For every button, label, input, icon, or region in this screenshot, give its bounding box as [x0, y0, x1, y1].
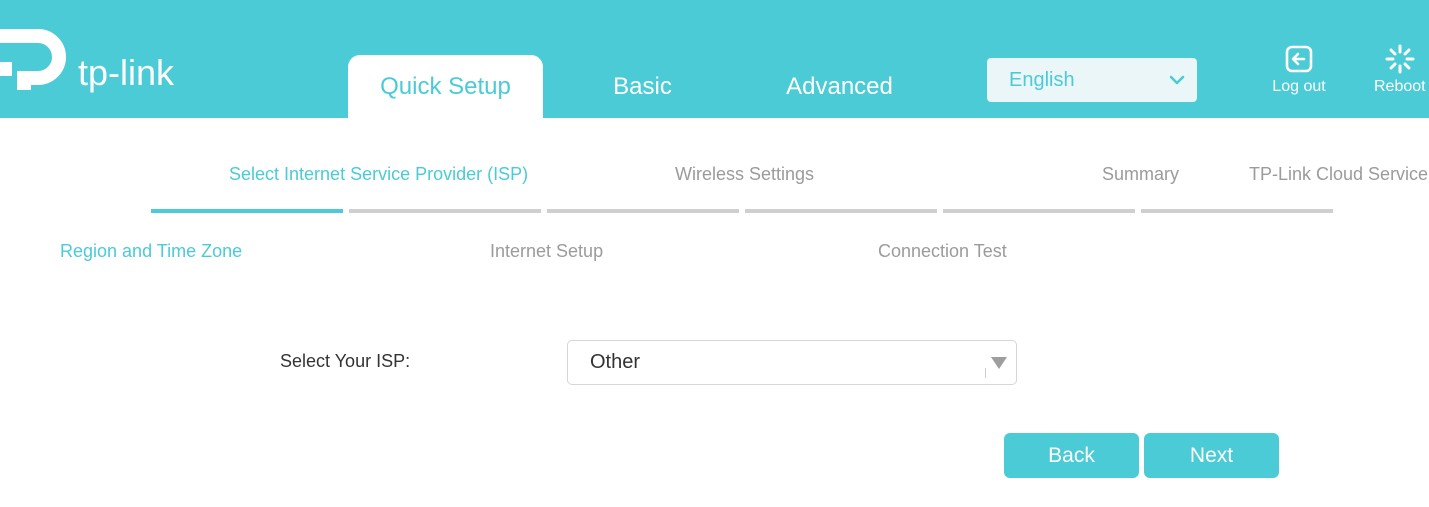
next-button[interactable]: Next	[1144, 433, 1279, 478]
chevron-down-icon	[1169, 75, 1185, 85]
step-select-isp: Select Internet Service Provider (ISP)	[229, 164, 529, 184]
tp-link-logo-icon	[0, 29, 66, 90]
logo-text: tp-link	[78, 52, 175, 93]
substep-region-time-zone: Region and Time Zone	[60, 241, 243, 261]
logout-button[interactable]: Log out	[1259, 44, 1339, 96]
progress-segment-1	[151, 209, 343, 213]
tab-advanced[interactable]: Advanced	[742, 55, 937, 118]
logout-label: Log out	[1272, 78, 1326, 95]
top-header: tp-link Quick Setup Basic Advanced Engli…	[0, 0, 1429, 118]
tab-quick-setup[interactable]: Quick Setup	[348, 55, 543, 118]
reboot-button[interactable]: Reboot	[1362, 44, 1429, 96]
triangle-down-icon	[991, 357, 1007, 369]
progress-segment-4	[745, 209, 937, 213]
progress-segment-3	[547, 209, 739, 213]
progress-segment-6	[1141, 209, 1333, 213]
isp-label: Select Your ISP:	[280, 351, 411, 371]
isp-select-divider	[985, 368, 986, 378]
reboot-label: Reboot	[1374, 78, 1426, 95]
step-cloud-service: TP-Link Cloud Service	[1249, 164, 1429, 184]
step-summary: Summary	[1102, 164, 1180, 184]
language-select[interactable]: English	[987, 58, 1197, 102]
progress-segment-2	[349, 209, 541, 213]
isp-select[interactable]: Other	[567, 340, 1017, 385]
reboot-icon	[1385, 44, 1415, 74]
back-button[interactable]: Back	[1004, 433, 1139, 478]
tab-basic[interactable]: Basic	[545, 55, 740, 118]
logout-icon	[1285, 45, 1313, 73]
tp-link-logo[interactable]: tp-link	[0, 14, 200, 94]
step-wireless-settings: Wireless Settings	[675, 164, 815, 184]
substep-connection-test: Connection Test	[878, 241, 1007, 261]
isp-value: Other	[590, 351, 641, 373]
progress-segment-5	[943, 209, 1135, 213]
language-value: English	[1009, 69, 1075, 91]
substep-internet-setup: Internet Setup	[490, 241, 604, 261]
